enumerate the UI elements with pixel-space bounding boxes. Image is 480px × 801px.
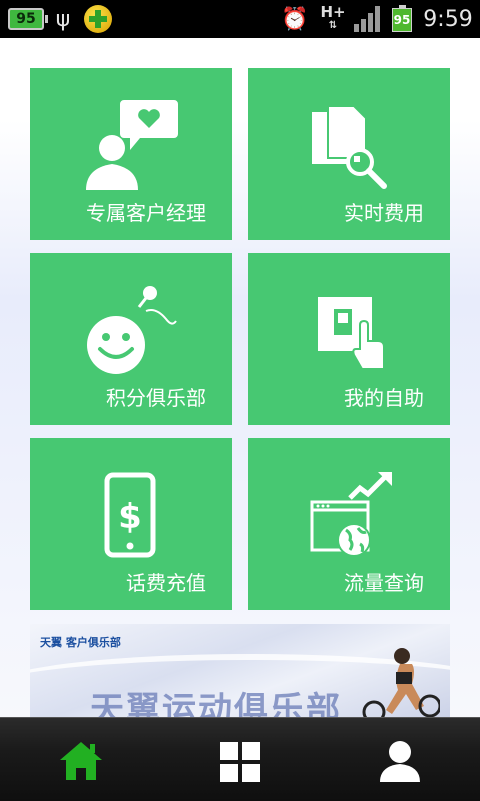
grid-icon xyxy=(220,742,260,782)
status-bar: 95 ψ ⏰ H+ ⇅ 95 9:59 xyxy=(0,0,480,38)
tile-label: 我的自助 xyxy=(344,386,424,410)
tile-label: 专属客户经理 xyxy=(86,201,206,225)
phone-dollar-icon: $ xyxy=(104,472,156,558)
battery-indicator-left: 95 xyxy=(8,8,48,30)
smiley-microphone-icon xyxy=(87,286,177,374)
tile-label: 流量查询 xyxy=(344,571,424,595)
svg-text:$: $ xyxy=(118,497,142,537)
bill-search-icon xyxy=(312,106,387,189)
browser-globe-trend-icon xyxy=(310,472,392,557)
tile-realtime-fee[interactable]: 实时费用 xyxy=(248,68,450,240)
usb-icon: ψ xyxy=(55,6,71,32)
user-icon xyxy=(380,741,420,782)
tile-label: 积分俱乐部 xyxy=(106,386,206,410)
battery-icon: 95 xyxy=(392,5,412,32)
tile-label: 实时费用 xyxy=(344,201,424,225)
signal-icon xyxy=(354,6,382,32)
clock: 9:59 xyxy=(423,6,473,32)
plus-app-icon xyxy=(84,5,112,33)
home-icon xyxy=(60,742,102,780)
tile-self-service[interactable]: 我的自助 xyxy=(248,253,450,425)
bottom-nav xyxy=(0,717,480,801)
athlete-image xyxy=(362,648,440,724)
tile-data-usage[interactable]: 流量查询 xyxy=(248,438,450,610)
tile-label: 话费充值 xyxy=(126,571,206,595)
tile-recharge[interactable]: $ 话费充值 xyxy=(30,438,232,610)
switch-touch-icon xyxy=(318,297,385,370)
nav-profile-button[interactable] xyxy=(320,718,480,801)
tile-points-club[interactable]: 积分俱乐部 xyxy=(30,253,232,425)
banner-logo: 天翼 客户俱乐部 xyxy=(40,636,121,649)
nav-home-button[interactable] xyxy=(0,718,160,801)
network-type: H+ ⇅ xyxy=(320,3,346,32)
customer-manager-icon xyxy=(86,100,178,190)
promo-banner[interactable]: 天翼 客户俱乐部 天翼运动俱乐部 xyxy=(30,624,450,724)
nav-apps-button[interactable] xyxy=(160,718,320,801)
alarm-icon: ⏰ xyxy=(281,6,309,32)
tile-customer-manager[interactable]: 专属客户经理 xyxy=(30,68,232,240)
